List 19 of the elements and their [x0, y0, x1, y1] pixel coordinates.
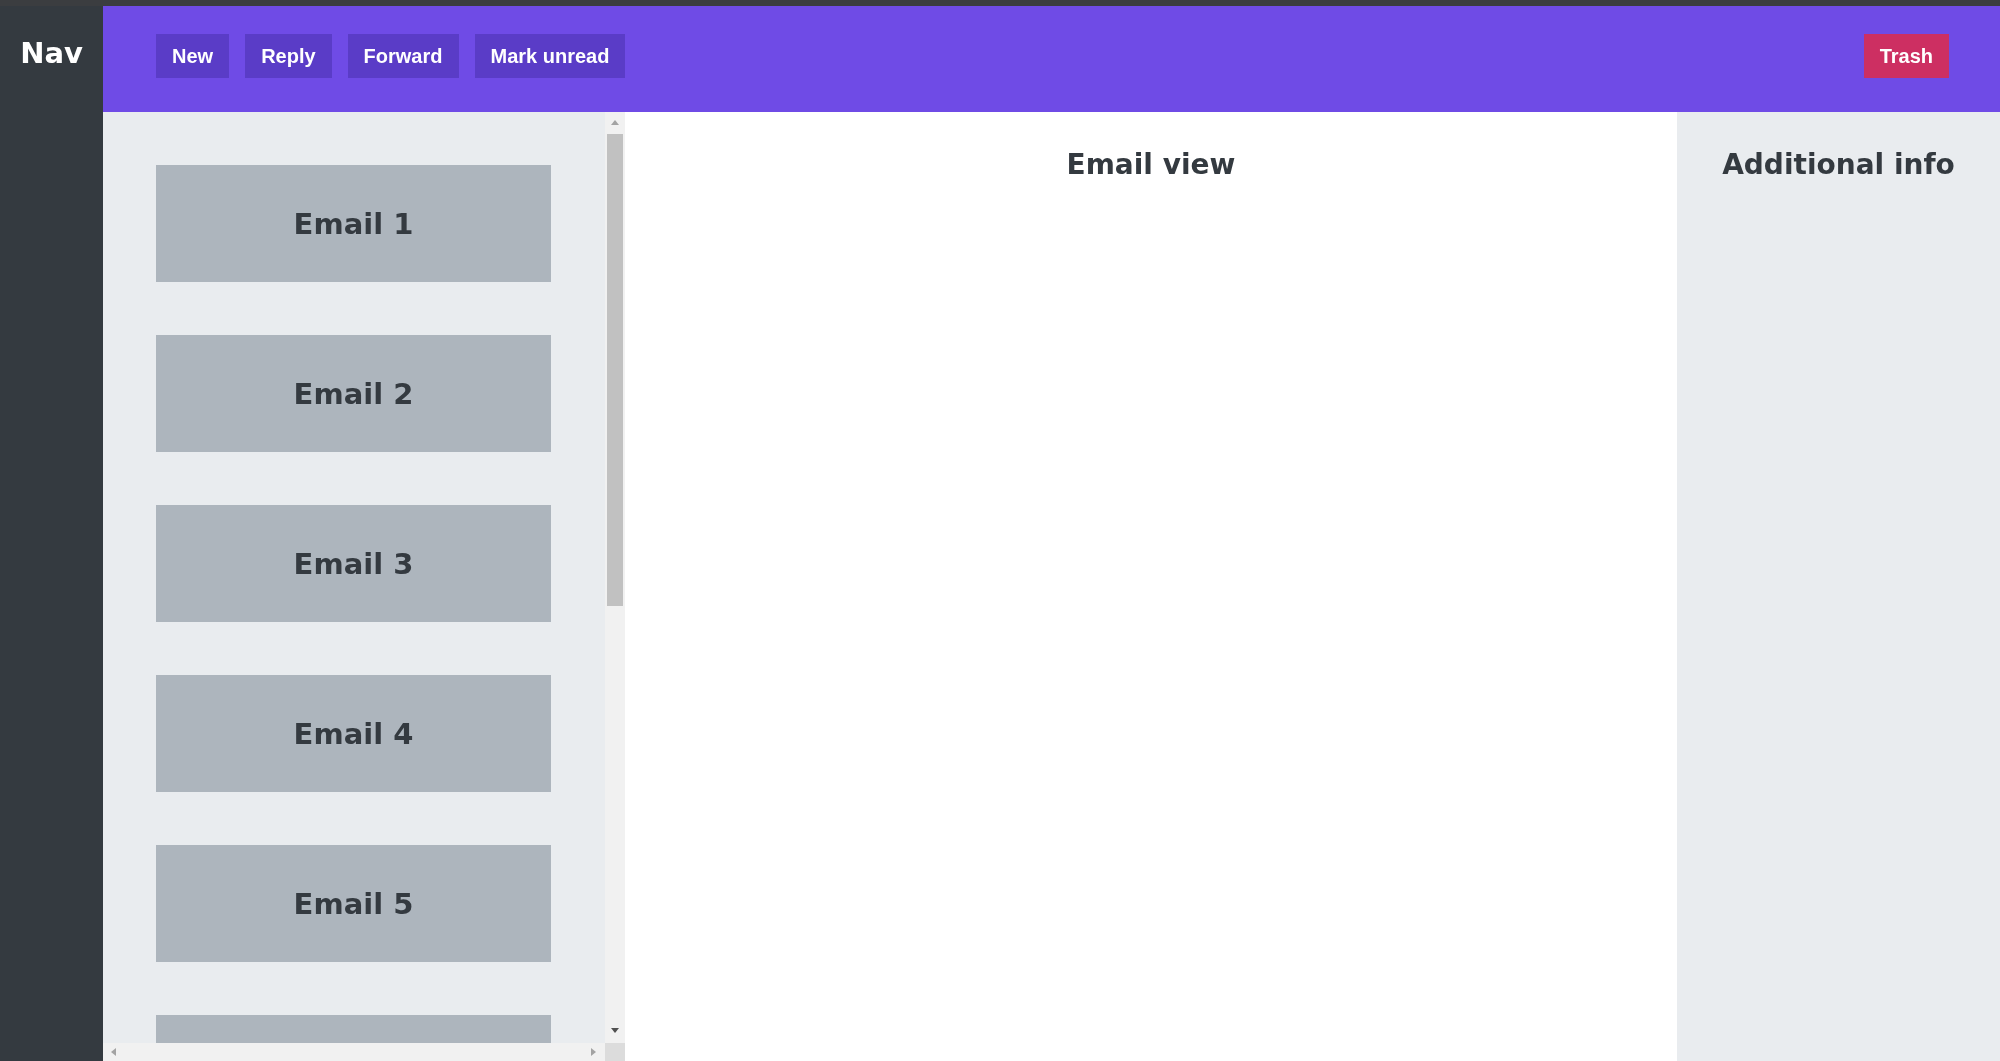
email-item-label: Email 3	[293, 546, 414, 581]
email-item[interactable]: Email 3	[156, 505, 551, 622]
toolbar-button[interactable]: Mark unread	[474, 34, 626, 78]
email-item[interactable]: Email 1	[156, 165, 551, 282]
toolbar-button[interactable]: New	[156, 34, 230, 78]
email-item-label: Email 4	[293, 716, 414, 751]
email-item-label: Email 1	[293, 206, 414, 241]
toolbar-button[interactable]: Forward	[347, 34, 459, 78]
email-item[interactable]: Email 2	[156, 335, 551, 452]
info-panel-title: Additional info	[1721, 148, 1956, 181]
email-view-title: Email view	[1065, 148, 1237, 181]
nav-title: Nav	[20, 36, 83, 70]
email-item[interactable]: Email 5	[156, 845, 551, 962]
trash-button[interactable]: Trash	[1863, 34, 1949, 78]
email-item[interactable]: Email 4	[156, 675, 551, 792]
scrollbar-corner	[605, 1043, 625, 1061]
toolbar-button[interactable]: Reply	[245, 34, 332, 78]
email-item-label: Email 5	[293, 886, 414, 921]
email-item-label: Email 2	[293, 376, 414, 411]
